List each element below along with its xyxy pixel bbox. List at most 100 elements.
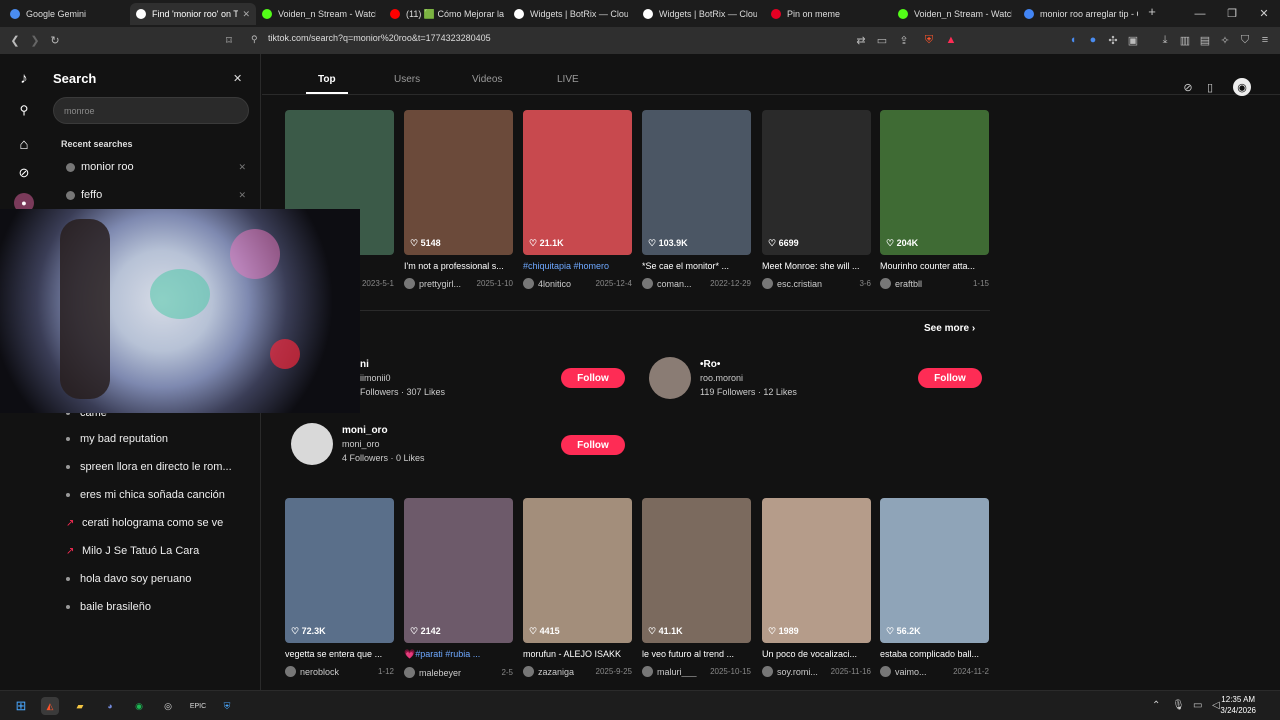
author-name[interactable]: coman...: [657, 279, 707, 289]
remove-icon[interactable]: ✕: [238, 190, 246, 201]
translate-icon[interactable]: ⇄: [854, 33, 868, 47]
sidebar-icon[interactable]: ▥: [1178, 33, 1192, 47]
suggestion-item[interactable]: eres mi chica soñada canción: [66, 489, 225, 501]
mic-icon[interactable]: 🎙: [1172, 700, 1185, 711]
avatar[interactable]: [642, 666, 653, 677]
clock[interactable]: 12:35 AM 3/24/2026: [1220, 694, 1256, 716]
author-name[interactable]: zazaniga: [538, 667, 593, 677]
avatar[interactable]: [762, 666, 773, 677]
download-icon[interactable]: ⤓: [1158, 33, 1172, 47]
cast-icon[interactable]: ▭: [875, 33, 889, 47]
video-caption[interactable]: vegetta se entera que ...: [285, 649, 394, 659]
recent-search-item[interactable]: monior roo ✕: [66, 161, 246, 173]
video-caption[interactable]: Meet Monroe: she will ...: [762, 261, 871, 271]
new-tab-button[interactable]: +: [1144, 4, 1160, 22]
video-caption[interactable]: estaba complicado ball...: [880, 649, 989, 659]
video-thumbnail[interactable]: ♡ 204K: [880, 110, 989, 255]
author-name[interactable]: soy.romi...: [777, 667, 828, 677]
video-caption[interactable]: *Se cae el monitor* ...: [642, 261, 751, 271]
leo-ai-icon[interactable]: ✧: [1218, 33, 1232, 47]
video-thumbnail[interactable]: ♡ 5148: [404, 110, 513, 255]
author-name[interactable]: vaimo...: [895, 667, 950, 677]
share-icon[interactable]: ⇪: [897, 33, 911, 47]
recent-search-item[interactable]: feffo ✕: [66, 189, 246, 201]
obs-icon[interactable]: ◎: [159, 697, 177, 715]
avatar[interactable]: [285, 666, 296, 677]
profile-avatar[interactable]: ◉: [1233, 78, 1251, 96]
search-input[interactable]: [53, 97, 249, 124]
suggestion-item[interactable]: my bad reputation: [66, 433, 168, 445]
avatar[interactable]: [404, 278, 415, 289]
author-name[interactable]: 4lonitico: [538, 279, 593, 289]
suggestion-item[interactable]: spreen llora en directo le rom...: [66, 461, 232, 473]
browser-tab[interactable]: Voiden_n Stream - Watch: [256, 3, 382, 25]
search-icon[interactable]: ⚲: [14, 100, 34, 120]
video-card[interactable]: ♡ 41.1K le veo futuro al trend ... maluri_…: [642, 498, 751, 677]
follow-button[interactable]: Follow: [561, 435, 625, 455]
avatar[interactable]: [762, 278, 773, 289]
home-icon[interactable]: ⌂: [14, 134, 34, 154]
account-name[interactable]: •Ro•: [700, 359, 720, 370]
remove-icon[interactable]: ✕: [238, 162, 246, 173]
video-caption[interactable]: le veo futuro al trend ...: [642, 649, 751, 659]
author-name[interactable]: maluri___: [657, 667, 707, 677]
close-tab-icon[interactable]: ✕: [242, 9, 250, 20]
tab-live[interactable]: LIVE: [557, 74, 579, 85]
avatar[interactable]: [880, 278, 891, 289]
avatar[interactable]: [404, 667, 415, 678]
see-more-link[interactable]: See more ›: [924, 323, 975, 334]
video-caption[interactable]: I'm not a professional s...: [404, 261, 513, 271]
browser-tab[interactable]: Google Gemini: [4, 3, 130, 25]
tab-users[interactable]: Users: [394, 74, 420, 85]
video-thumbnail[interactable]: ♡ 2142: [404, 498, 513, 643]
avatar[interactable]: [291, 423, 333, 465]
video-thumbnail[interactable]: ♡ 56.2K: [880, 498, 989, 643]
video-caption[interactable]: morufun - ALEJO ISAKK: [523, 649, 632, 659]
address-bar[interactable]: tiktok.com/search?q=monior%20roo&t=17743…: [268, 33, 491, 43]
video-card[interactable]: ♡ 56.2K estaba complicado ball... vaimo...…: [880, 498, 989, 677]
browser-tab[interactable]: Widgets | BotRix — Cloud: [637, 3, 763, 25]
tab-top[interactable]: Top: [318, 74, 336, 85]
video-card[interactable]: ♡ 5148 I'm not a professional s... prettyg…: [404, 110, 513, 289]
avatar[interactable]: [523, 666, 534, 677]
close-window-button[interactable]: ✕: [1248, 0, 1280, 27]
tray-chevron-icon[interactable]: ⌃: [1152, 700, 1160, 711]
author-name[interactable]: esc.cristian: [777, 279, 856, 289]
maximize-button[interactable]: ❐: [1216, 0, 1248, 27]
browser-tab[interactable]: Voiden_n Stream - Watch: [892, 3, 1018, 25]
spotify-icon[interactable]: ◉: [130, 697, 148, 715]
video-caption[interactable]: Un poco de vocalizaci...: [762, 649, 871, 659]
avatar[interactable]: [880, 666, 891, 677]
epic-games-icon[interactable]: EPIC: [189, 697, 207, 715]
video-thumbnail[interactable]: ♡ 41.1K: [642, 498, 751, 643]
suggestion-item[interactable]: ↗ Milo J Se Tatuó La Cara: [66, 545, 199, 557]
video-thumbnail[interactable]: ♡ 72.3K: [285, 498, 394, 643]
brave-shield-icon[interactable]: ⛨: [922, 33, 936, 47]
extension-icon[interactable]: ◖: [1066, 33, 1080, 47]
video-thumbnail[interactable]: ♡ 1989: [762, 498, 871, 643]
tiktok-logo-icon[interactable]: ♪: [14, 68, 34, 88]
account-name[interactable]: ni: [360, 359, 369, 370]
video-caption[interactable]: #chiquitapia #homero: [523, 261, 632, 271]
extension-icon[interactable]: ●: [1086, 33, 1100, 47]
follow-button[interactable]: Follow: [561, 368, 625, 388]
author-name[interactable]: malebeyer: [419, 668, 498, 678]
device-icon[interactable]: ▯: [1201, 78, 1219, 96]
video-thumbnail[interactable]: ♡ 103.9K: [642, 110, 751, 255]
avatar[interactable]: [523, 278, 534, 289]
browser-tab[interactable]: Widgets | BotRix — Cloud: [508, 3, 634, 25]
author-name[interactable]: prettygirl...: [419, 279, 474, 289]
shield-icon[interactable]: ⛨: [218, 697, 236, 715]
author-name[interactable]: eraftbll: [895, 279, 970, 289]
wallet-icon[interactable]: ▤: [1198, 33, 1212, 47]
video-thumbnail[interactable]: ♡ 21.1K: [523, 110, 632, 255]
video-card[interactable]: ♡ 2142 💗#parati #rubia ... malebeyer 2-5: [404, 498, 513, 678]
activity-icon[interactable]: ⊘: [1179, 78, 1197, 96]
forward-icon[interactable]: ❯: [28, 33, 42, 47]
video-card[interactable]: ♡ 6699 Meet Monroe: she will ... esc.crist…: [762, 110, 871, 289]
browser-tab[interactable]: Find 'monior roo' on TikTok✕: [130, 3, 256, 25]
video-card[interactable]: ♡ 1989 Un poco de vocalizaci... soy.romi..…: [762, 498, 871, 677]
video-thumbnail[interactable]: ♡ 4415: [523, 498, 632, 643]
menu-icon[interactable]: ≡: [1258, 33, 1272, 47]
windows-start-icon[interactable]: ⊞: [12, 697, 30, 715]
